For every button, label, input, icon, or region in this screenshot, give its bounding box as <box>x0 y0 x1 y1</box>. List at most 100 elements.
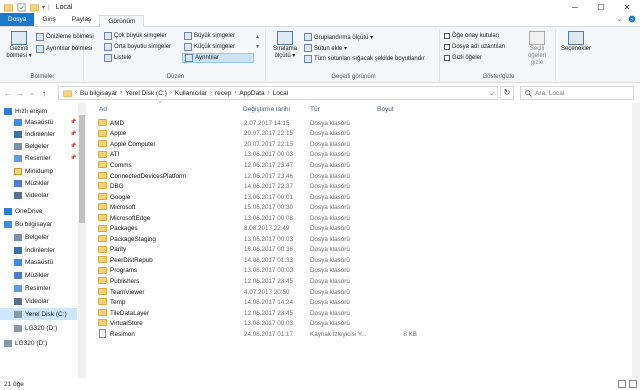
file-row[interactable]: DBG 14.06.2017 22:37 Dosya klasörü <box>87 181 627 192</box>
expand-ribbon-icon[interactable]: ⌄ <box>617 16 622 23</box>
file-list-scrollbar[interactable] <box>632 103 640 378</box>
file-row[interactable]: Apple 20.07.2017 22:15 Dosya klasörü <box>87 129 627 140</box>
nav-item[interactable]: Resimler <box>0 282 51 294</box>
crumb-separator-icon[interactable]: › <box>268 90 270 96</box>
maximize-button[interactable]: ☐ <box>588 0 614 14</box>
column-date[interactable]: Değiştirme tarihi <box>243 106 290 113</box>
nav-item[interactable]: İndirilenler 📌 <box>0 128 76 140</box>
nav-item[interactable]: Resimler 📌 <box>0 152 76 164</box>
column-name[interactable]: Ad <box>99 106 107 113</box>
fit-columns-button[interactable]: Tüm sütunları sığacak şekilde boyutlandı… <box>304 55 425 63</box>
file-row[interactable]: Programs 13.06.2017 00:03 Dosya klasörü <box>87 266 627 277</box>
nav-item[interactable]: Videolar <box>0 189 49 201</box>
help-icon[interactable]: ? <box>628 15 636 23</box>
column-size[interactable]: Boyut <box>377 106 394 113</box>
nav-item[interactable]: Belgeler <box>0 231 49 243</box>
file-row[interactable]: VirtualStore 13.06.2017 00:03 Dosya klasör… <box>87 318 627 329</box>
file-row[interactable]: PackageStaging 13.06.2017 00:03 Dosya klas… <box>87 234 627 245</box>
nav-item[interactable]: LG320 (D:) <box>0 337 47 349</box>
breadcrumb-local-disk[interactable]: Yerel Disk (C:) <box>125 90 167 97</box>
nav-item[interactable]: LG320 (D:) <box>0 322 57 334</box>
details-view-icon[interactable] <box>618 380 626 388</box>
options-button[interactable]: Seçenekler <box>560 31 592 53</box>
nav-item[interactable]: Yerel Disk (C:) <box>0 308 77 320</box>
large-icons-view-icon[interactable] <box>629 380 637 388</box>
nav-item[interactable]: Videolar <box>0 295 49 307</box>
crumb-separator-icon[interactable]: › <box>234 90 236 96</box>
tab-file[interactable]: Dosya <box>0 13 35 26</box>
breadcrumb-recep[interactable]: recep <box>215 90 231 97</box>
nav-item[interactable]: Bu bilgisayar <box>0 218 52 230</box>
address-dropdown-icon[interactable]: ⌄ <box>489 90 494 97</box>
minimize-button[interactable]: ─ <box>562 0 588 14</box>
close-button[interactable]: ✕ <box>614 0 640 14</box>
file-row[interactable]: AMD 2.07.2017 14:15 Dosya klasörü <box>87 118 627 129</box>
breadcrumb-users[interactable]: Kullanıcılar <box>175 90 207 97</box>
file-row[interactable]: Temp 14.08.2017 14:24 Dosya klasörü <box>87 297 627 308</box>
sort-by-button[interactable]: Sıralama ölçütü ▾ <box>270 31 300 60</box>
file-row[interactable]: PeerDistRepub 14.06.2017 01:33 Dosya klasö… <box>87 255 627 266</box>
small-icons-option[interactable]: Küçük simgeler <box>184 43 235 51</box>
details-pane-button[interactable]: Ayrıntılar bölmesi <box>36 45 92 53</box>
file-row[interactable]: Google 13.06.2017 00:01 Dosya klasörü <box>87 192 627 203</box>
nav-item[interactable]: Müzikler <box>0 269 49 281</box>
tab-view[interactable]: Görünüm <box>99 15 145 27</box>
file-row[interactable]: Parity 16.06.2017 00:36 Dosya klasörü <box>87 245 627 256</box>
nav-pane-button[interactable]: Gezinti bölmesi ▾ <box>4 31 34 60</box>
back-arrow-icon[interactable]: ← <box>2 89 14 98</box>
breadcrumb-local[interactable]: Local <box>273 90 289 97</box>
breadcrumb-this-pc[interactable]: Bu bilgisayar <box>80 90 117 97</box>
file-row[interactable]: MicrosoftEdge 13.06.2017 00:08 Dosya klasö… <box>87 213 627 224</box>
nav-item[interactable]: Masaüstü 📌 <box>0 116 76 128</box>
nav-item[interactable]: Masaüstü <box>0 256 53 268</box>
extra-large-icons-option[interactable]: Çok büyük simgeler <box>104 32 167 40</box>
crumb-separator-icon[interactable]: › <box>210 90 212 96</box>
nav-scrollbar[interactable] <box>78 103 86 378</box>
nav-scrollbar-thumb[interactable] <box>79 115 85 223</box>
forward-arrow-icon[interactable]: → <box>14 89 26 98</box>
nav-item[interactable]: İndirilenler <box>0 244 55 256</box>
hide-selected-button[interactable]: Seçili öğeleri gizle <box>522 31 552 67</box>
item-checkboxes-checkbox[interactable] <box>444 33 450 39</box>
column-type[interactable]: Tür <box>310 106 320 113</box>
tab-home[interactable]: Giriş <box>34 14 63 26</box>
file-row[interactable]: TeamViewer 4.07.2017 20:50 Dosya klasörü <box>87 287 627 298</box>
extensions-toggle[interactable]: Dosya adı uzantıları <box>444 44 505 50</box>
nav-item[interactable]: Müzikler <box>0 177 49 189</box>
details-view-option[interactable]: Ayrıntılar <box>182 53 254 63</box>
breadcrumb-appdata[interactable]: AppData <box>239 90 264 97</box>
search-field[interactable]: Ara: Local <box>520 86 634 100</box>
file-row[interactable]: ATI 13.06.2017 00:03 Dosya klasörü <box>87 150 627 161</box>
nav-item[interactable]: OneDrive <box>0 205 42 217</box>
crumb-separator-icon[interactable]: › <box>120 90 122 96</box>
layout-scroll-arrows[interactable]: ▴ ▾ <box>256 32 259 52</box>
up-arrow-icon[interactable]: ↑ <box>38 89 50 98</box>
file-row[interactable]: Resimon 24.06.2017 01:17 Kaynak İzleyicisi… <box>87 329 627 340</box>
large-icons-option[interactable]: Büyük simgeler <box>184 32 235 40</box>
item-checkboxes-toggle[interactable]: Öğe onay kutuları <box>444 33 499 39</box>
file-row[interactable]: Comms 12.06.2017 23:47 Dosya klasörü <box>87 160 627 171</box>
file-row[interactable]: Publishers 12.06.2017 23:45 Dosya klasörü <box>87 276 627 287</box>
crumb-separator-icon[interactable]: › <box>170 90 172 96</box>
file-row[interactable]: TileDataLayer 12.06.2017 23:45 Dosya klasö… <box>87 308 627 319</box>
address-field[interactable]: › Bu bilgisayar › Yerel Disk (C:) › Kull… <box>58 86 498 100</box>
tab-share[interactable]: Paylaş <box>64 14 100 26</box>
properties-icon[interactable] <box>17 3 26 12</box>
medium-icons-option[interactable]: Orta boyutlu simgeler <box>104 43 171 51</box>
nav-item[interactable]: Minidump <box>0 165 53 177</box>
file-row[interactable]: Apple Computer 20.07.2017 22:15 Dosya klas… <box>87 139 627 150</box>
refresh-button[interactable]: ↻ <box>500 86 514 100</box>
extensions-checkbox[interactable] <box>444 44 450 50</box>
file-row[interactable]: Packages 8.08.2017 22:49 Dosya klasörü <box>87 224 627 235</box>
new-folder-icon[interactable] <box>30 3 39 12</box>
hidden-items-checkbox[interactable] <box>444 55 450 61</box>
recent-locations-icon[interactable]: ⌄ <box>26 90 38 97</box>
nav-item[interactable]: Belgeler 📌 <box>0 140 76 152</box>
add-columns-button[interactable]: Sütun ekle ▾ <box>304 44 347 52</box>
quick-access-dropdown-icon[interactable]: ▾ <box>42 4 45 11</box>
list-option[interactable]: Listele <box>104 54 131 62</box>
file-row[interactable]: ConnectedDevicesPlatform 12.06.2017 23:46… <box>87 171 627 182</box>
hidden-items-toggle[interactable]: Gizli öğeler <box>444 55 482 61</box>
file-row[interactable]: Microsoft 15.06.2017 00:30 Dosya klasörü <box>87 202 627 213</box>
group-by-button[interactable]: Gruplandırma ölçütü ▾ <box>304 33 373 41</box>
